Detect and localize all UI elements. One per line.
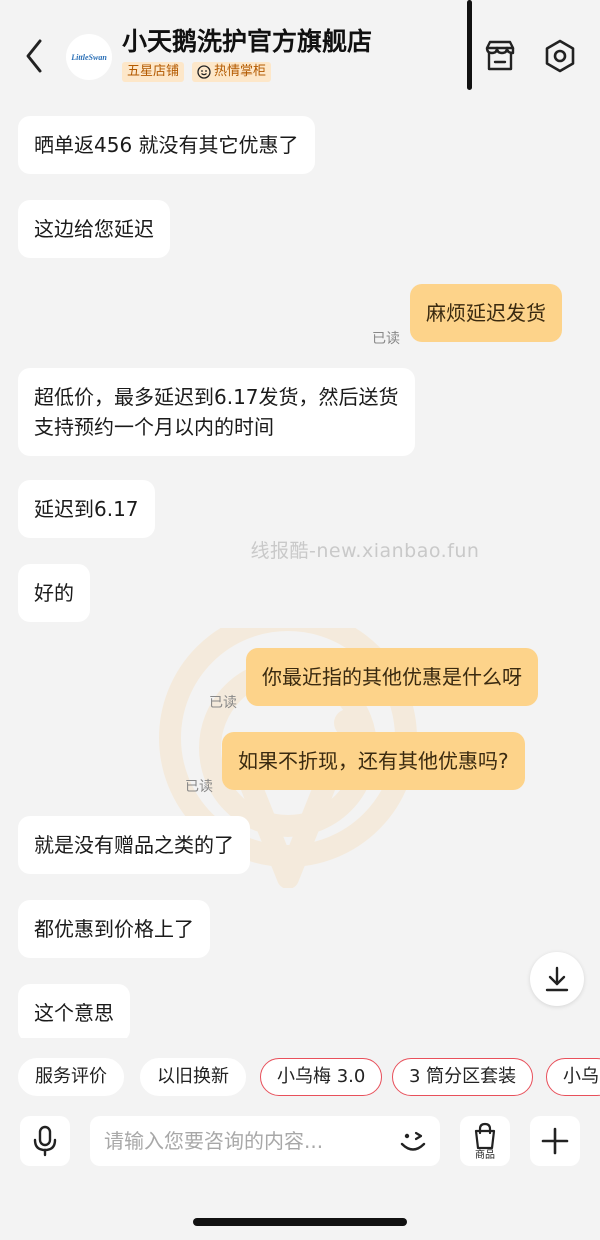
store-button[interactable] [480,36,520,76]
badge-rating: 五星店铺 [122,62,185,82]
message-outgoing[interactable]: 麻烦延迟发货 [410,284,562,342]
home-indicator[interactable] [193,1218,407,1226]
goods-button[interactable]: 商品 [460,1116,510,1166]
message-text: 好的 [34,581,74,605]
message-incoming[interactable]: 这个意思 [18,984,130,1038]
header-divider [467,0,472,90]
wink-face-icon [400,1131,426,1151]
read-status: 已读 [185,779,213,795]
badge-service: 热情掌柜 [192,62,272,82]
chip-product-truncated[interactable]: 小乌 [546,1058,600,1096]
goods-label: 商品 [475,1149,495,1161]
plus-icon [541,1127,569,1155]
message-text: 晒单返456 就没有其它优惠了 [34,133,299,157]
read-status: 已读 [372,331,400,347]
microphone-icon [33,1125,57,1157]
shop-name[interactable]: 小天鹅洗护官方旗舰店 [122,22,372,58]
chip-service-review[interactable]: 服务评价 [18,1058,124,1096]
badge-service-label: 热情掌柜 [214,64,267,79]
back-button[interactable] [20,38,50,74]
chip-trade-in[interactable]: 以旧换新 [140,1058,246,1096]
read-status: 已读 [209,695,237,711]
message-outgoing[interactable]: 你最近指的其他优惠是什么呀 [246,648,538,706]
message-incoming[interactable]: 好的 [18,564,90,622]
message-incoming[interactable]: 超低价，最多延迟到6.17发货，然后送货 支持预约一个月以内的时间 [18,368,415,456]
message-text: 你最近指的其他优惠是什么呀 [262,665,522,689]
shop-logo-text: LittleSwan [71,52,107,62]
scroll-to-bottom-button[interactable] [530,952,584,1006]
chat-header: LittleSwan 小天鹅洗护官方旗舰店 五星店铺 热情掌柜 [0,0,600,108]
message-outgoing[interactable]: 如果不折现，还有其他优惠吗? [222,732,525,790]
more-button[interactable] [530,1116,580,1166]
message-text: 麻烦延迟发货 [426,301,546,325]
message-text: 就是没有赠品之类的了 [34,833,234,857]
store-icon [485,40,515,71]
chevron-left-icon [26,39,42,73]
download-arrow-icon [545,966,569,992]
message-text-line2: 支持预约一个月以内的时间 [34,415,274,439]
smile-icon [197,65,211,79]
message-input[interactable] [90,1116,440,1166]
shop-logo[interactable]: LittleSwan [66,34,112,80]
settings-icon [545,39,575,73]
message-incoming[interactable]: 延迟到6.17 [18,480,155,538]
message-text: 这边给您延迟 [34,217,154,241]
quick-reply-chips: 服务评价 以旧换新 小乌梅 3.0 3 筒分区套装 小乌 [0,1038,600,1114]
chat-area[interactable]: 线报酷-new.xianbao.fun 晒单返456 就没有其它优惠了 这边给您… [0,108,600,1038]
badge-rating-label: 五星店铺 [127,64,180,79]
message-incoming[interactable]: 这边给您延迟 [18,200,170,258]
message-text: 超低价，最多延迟到6.17发货，然后送货 [34,385,399,409]
message-text: 都优惠到价格上了 [34,917,194,941]
settings-button[interactable] [540,36,580,76]
watermark-text: 线报酷-new.xianbao.fun [250,540,480,562]
chip-product-xiaowumei[interactable]: 小乌梅 3.0 [260,1058,383,1096]
message-incoming[interactable]: 晒单返456 就没有其它优惠了 [18,116,315,174]
emoji-button[interactable] [396,1124,430,1158]
message-text: 延迟到6.17 [34,497,139,521]
message-incoming[interactable]: 就是没有赠品之类的了 [18,816,250,874]
message-text: 如果不折现，还有其他优惠吗? [238,749,509,773]
chip-product-3-drum-set[interactable]: 3 筒分区套装 [392,1058,534,1096]
message-incoming[interactable]: 都优惠到价格上了 [18,900,210,958]
shop-badges: 五星店铺 热情掌柜 [122,62,272,82]
message-text: 这个意思 [34,1001,114,1025]
voice-button[interactable] [20,1116,70,1166]
